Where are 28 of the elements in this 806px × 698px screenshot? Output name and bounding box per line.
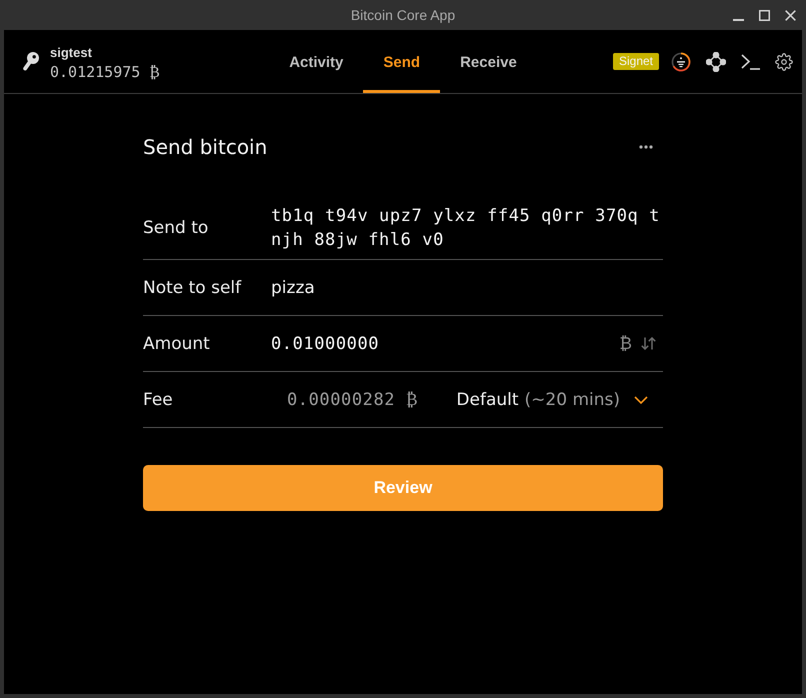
field-label: Note to self	[143, 278, 242, 298]
window-title: Bitcoin Core App	[350, 7, 456, 23]
wallet-name: sigtest	[50, 44, 93, 60]
nav-tab[interactable]: Activity	[269, 30, 364, 93]
progress-ring-icon[interactable]	[671, 52, 691, 72]
swap-arrows-icon[interactable]	[641, 337, 656, 350]
fee-speed-dropdown[interactable]: Default (~20 mins)	[456, 390, 648, 410]
unit-label: ₿	[619, 334, 632, 354]
nav-tab[interactable]: Receive	[440, 30, 537, 93]
terminal-icon[interactable]	[741, 54, 760, 70]
field-label: Send to	[143, 218, 210, 238]
network-badge: Signet	[612, 53, 659, 70]
address-field[interactable]: tb1q t94v upz7 ylxz ff45 q0rr 370q tnjh 88jw fhl6 v0	[271, 204, 663, 252]
settings-icon[interactable]	[775, 52, 793, 70]
form-title: Send bitcoin	[143, 135, 268, 159]
chevron-down-icon	[634, 396, 648, 404]
close-icon[interactable]	[785, 10, 796, 20]
field-label: Fee	[143, 390, 174, 410]
ellipsis-icon[interactable]	[639, 145, 653, 149]
nav-tab[interactable]: Send	[363, 30, 440, 93]
key-icon[interactable]	[22, 52, 39, 71]
maximize-icon[interactable]	[759, 10, 770, 20]
network-nodes-icon[interactable]	[706, 52, 726, 72]
field-label: Amount	[143, 334, 211, 354]
fee-amount: 0.00000282 ₿	[286, 390, 418, 410]
note-field[interactable]: pizza	[271, 278, 315, 298]
wallet-balance: 0.01215975 ₿	[50, 62, 160, 80]
amount-field[interactable]: 0.01000000	[271, 334, 380, 354]
